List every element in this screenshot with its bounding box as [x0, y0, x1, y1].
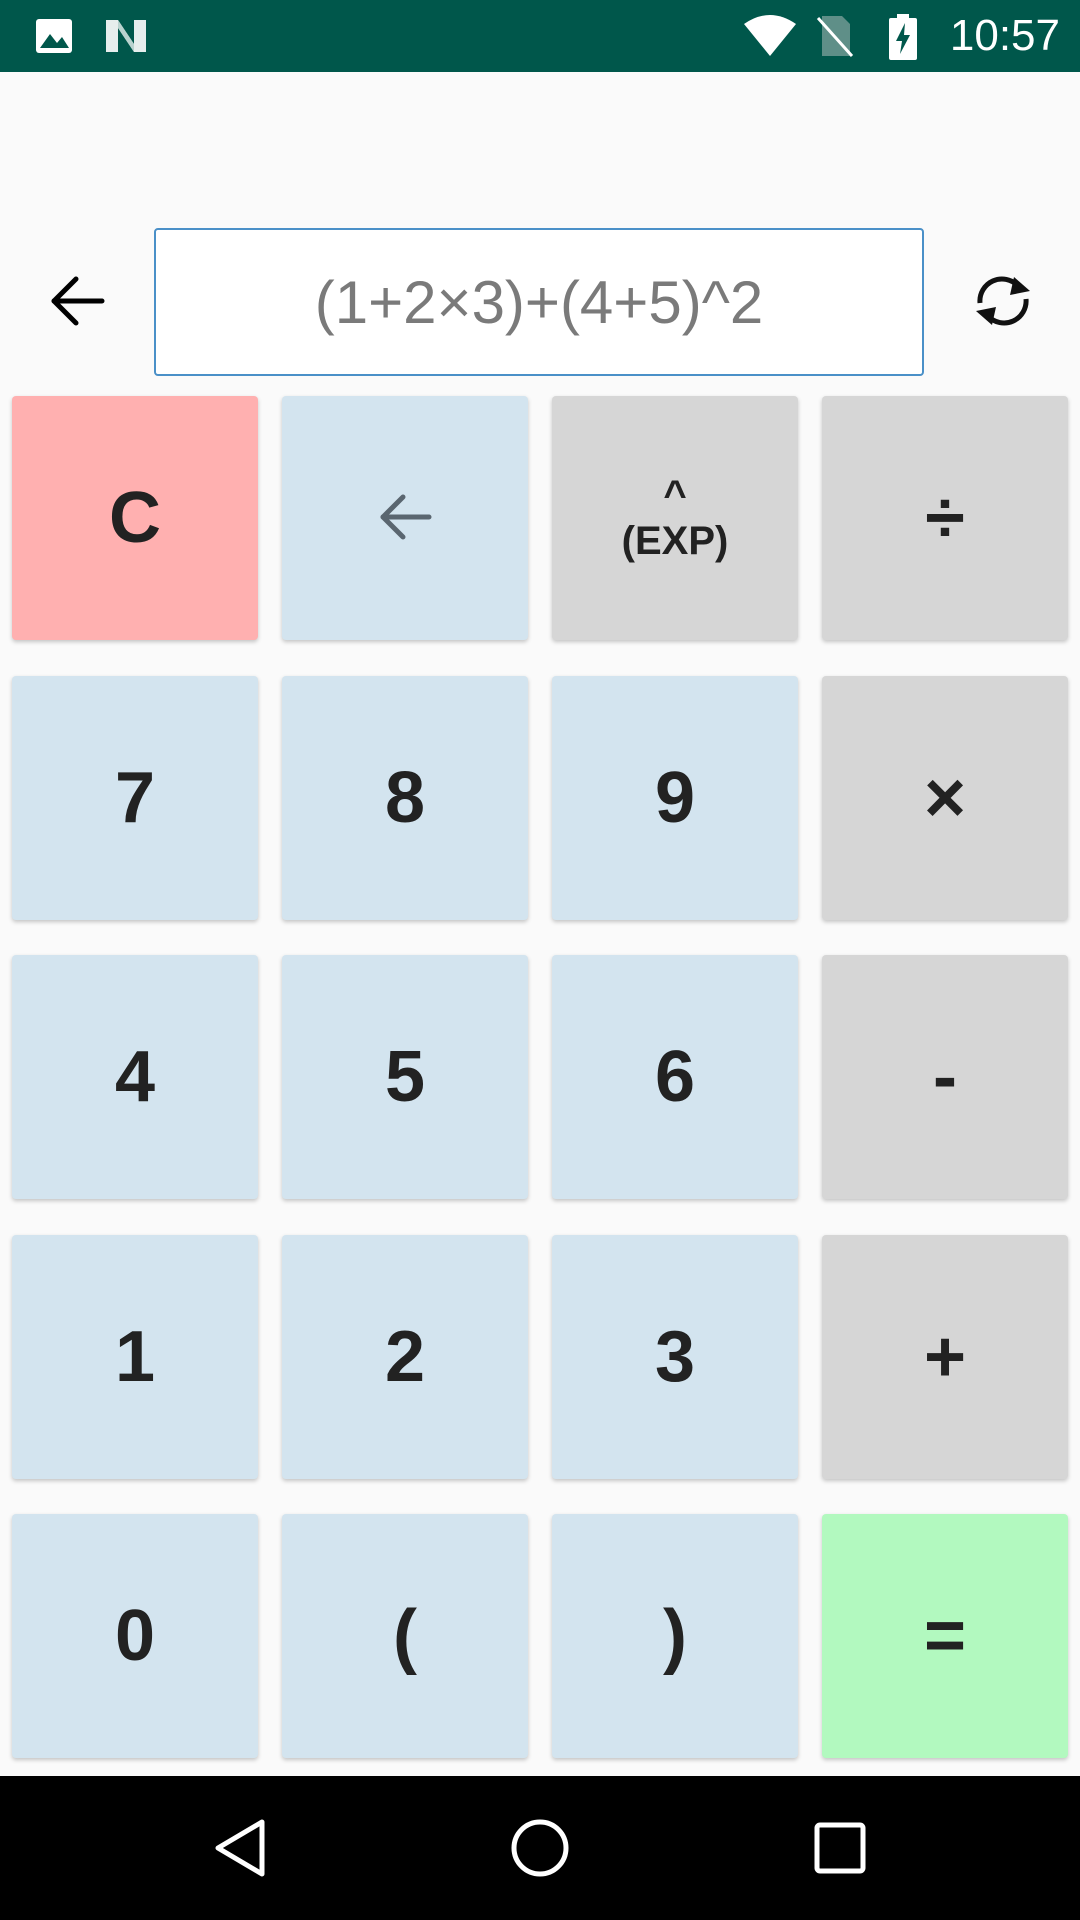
- digit-5-button[interactable]: 5: [282, 955, 528, 1199]
- multiply-button[interactable]: ×: [822, 676, 1068, 920]
- add-button[interactable]: +: [822, 1235, 1068, 1479]
- key-sublabel: (EXP): [621, 519, 729, 563]
- back-triangle-icon: [210, 1816, 270, 1885]
- key-label: 5: [384, 1037, 426, 1117]
- digit-0-button[interactable]: 0: [12, 1514, 258, 1758]
- backspace-arrow-icon: [377, 477, 433, 559]
- digit-9-button[interactable]: 9: [552, 676, 798, 920]
- expression-input[interactable]: [156, 230, 922, 374]
- digit-6-button[interactable]: 6: [552, 955, 798, 1199]
- calculator-screen: 10:57 C: [0, 0, 1080, 1920]
- digit-1-button[interactable]: 1: [12, 1235, 258, 1479]
- key-label: -: [933, 1037, 957, 1117]
- status-time: 10:57: [949, 11, 1060, 60]
- no-sim-icon: [814, 14, 854, 58]
- exponent-button[interactable]: ^ (EXP): [552, 396, 798, 640]
- key-label: =: [923, 1596, 967, 1676]
- key-label: C: [109, 478, 161, 558]
- nav-recents-button[interactable]: [800, 1810, 880, 1890]
- key-label: 2: [384, 1317, 426, 1397]
- key-label: 0: [114, 1596, 156, 1676]
- digit-8-button[interactable]: 8: [282, 676, 528, 920]
- backspace-button[interactable]: [282, 396, 528, 640]
- key-label: +: [923, 1317, 967, 1397]
- keypad: C ^ (EXP) ÷ 7 8 9 × 4 5 6 - 1 2 3 + 0 (…: [12, 396, 1070, 1758]
- key-label: 9: [654, 758, 696, 838]
- equals-button[interactable]: =: [822, 1514, 1068, 1758]
- back-button[interactable]: [40, 268, 116, 338]
- key-label: ×: [923, 758, 967, 838]
- digit-4-button[interactable]: 4: [12, 955, 258, 1199]
- divide-button[interactable]: ÷: [822, 396, 1068, 640]
- battery-charging-icon: [888, 14, 918, 60]
- key-label: ÷: [925, 478, 965, 558]
- recents-square-icon: [812, 1820, 868, 1881]
- key-label: 3: [654, 1317, 696, 1397]
- arrow-left-icon: [50, 275, 106, 332]
- home-circle-icon: [508, 1816, 572, 1885]
- key-label: 7: [114, 758, 156, 838]
- close-paren-button[interactable]: ): [552, 1514, 798, 1758]
- key-label: 1: [114, 1317, 156, 1397]
- wifi-icon: [742, 14, 798, 58]
- open-paren-button[interactable]: (: [282, 1514, 528, 1758]
- key-label: (: [393, 1596, 417, 1676]
- sync-icon: [970, 273, 1036, 334]
- digit-3-button[interactable]: 3: [552, 1235, 798, 1479]
- key-label: 4: [114, 1037, 156, 1117]
- key-label: ): [663, 1596, 687, 1676]
- subtract-button[interactable]: -: [822, 955, 1068, 1199]
- n-logo-icon: [104, 14, 148, 58]
- image-icon: [34, 14, 74, 58]
- refresh-button[interactable]: [966, 268, 1040, 338]
- key-label: 8: [384, 758, 426, 838]
- nav-back-button[interactable]: [200, 1810, 280, 1890]
- digit-7-button[interactable]: 7: [12, 676, 258, 920]
- key-label: ^: [663, 473, 687, 517]
- navigation-bar: [0, 1776, 1080, 1920]
- clear-button[interactable]: C: [12, 396, 258, 640]
- nav-home-button[interactable]: [500, 1810, 580, 1890]
- expression-field[interactable]: [154, 228, 924, 376]
- key-label: 6: [654, 1037, 696, 1117]
- digit-2-button[interactable]: 2: [282, 1235, 528, 1479]
- status-bar: 10:57: [0, 0, 1080, 72]
